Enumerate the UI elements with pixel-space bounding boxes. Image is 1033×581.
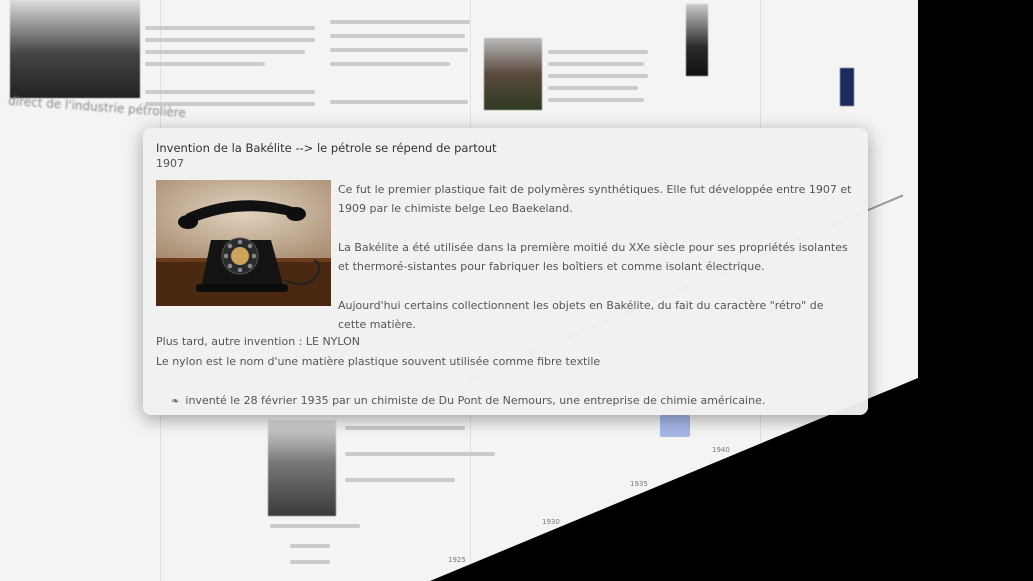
- blurred-text: [330, 100, 468, 104]
- blurred-text: [145, 50, 305, 54]
- blurred-text: [345, 426, 465, 430]
- blurred-text: [145, 26, 315, 30]
- blurred-text: [330, 62, 450, 66]
- bullet-text: inventé le 28 février 1935 par un chimis…: [185, 394, 766, 407]
- axis-tick-label: 1925: [448, 556, 466, 564]
- blurred-text: [548, 74, 648, 78]
- blurred-text: [145, 90, 315, 94]
- blurred-text: [330, 20, 470, 24]
- paragraph-collectors: Aujourd'hui certains collectionnent les …: [338, 299, 824, 331]
- blurred-text: [330, 34, 465, 38]
- mini-chart: [660, 415, 690, 437]
- mansion-photo[interactable]: [484, 38, 542, 110]
- axis-tick-label: 1940: [712, 446, 730, 454]
- blurred-text: [290, 544, 330, 548]
- later-invention-heading: Plus tard, autre invention : LE NYLON: [156, 335, 361, 348]
- leaf-bullet-icon: ❧: [171, 396, 180, 407]
- thumbnail-photo[interactable]: [840, 68, 854, 106]
- axis-tick-label: 1930: [542, 518, 560, 526]
- blurred-text: [548, 50, 648, 54]
- blurred-text: [548, 86, 638, 90]
- blurred-text: [145, 62, 265, 66]
- bakelite-telephone-image: [156, 180, 331, 306]
- blurred-text: [145, 38, 315, 42]
- event-year: 1907: [156, 157, 184, 170]
- nylon-description: Le nylon est le nom d'une matière plasti…: [156, 355, 601, 368]
- paragraph-first-plastic: Ce fut le premier plastique fait de poly…: [338, 183, 852, 215]
- blurred-text: [270, 524, 360, 528]
- blurred-text: [345, 478, 455, 482]
- blurred-text: [290, 560, 330, 564]
- event-popup[interactable]: Invention de la Bakélite --> le pétrole …: [143, 128, 868, 415]
- oil-field-photo[interactable]: [268, 420, 336, 516]
- blurred-text: [330, 48, 468, 52]
- portrait-photo[interactable]: [686, 4, 708, 76]
- nylon-bullet-item: ❧ inventé le 28 février 1935 par un chimi…: [171, 394, 765, 407]
- blurred-text: [548, 98, 644, 102]
- blurred-text: [345, 452, 495, 456]
- axis-tick-label: 1935: [630, 480, 648, 488]
- event-title: Invention de la Bakélite --> le pétrole …: [156, 141, 497, 155]
- historic-building-photo[interactable]: [10, 0, 140, 98]
- paragraph-bakelite-uses: La Bakélite a été utilisée dans la premi…: [338, 241, 848, 273]
- blurred-text: [548, 62, 644, 66]
